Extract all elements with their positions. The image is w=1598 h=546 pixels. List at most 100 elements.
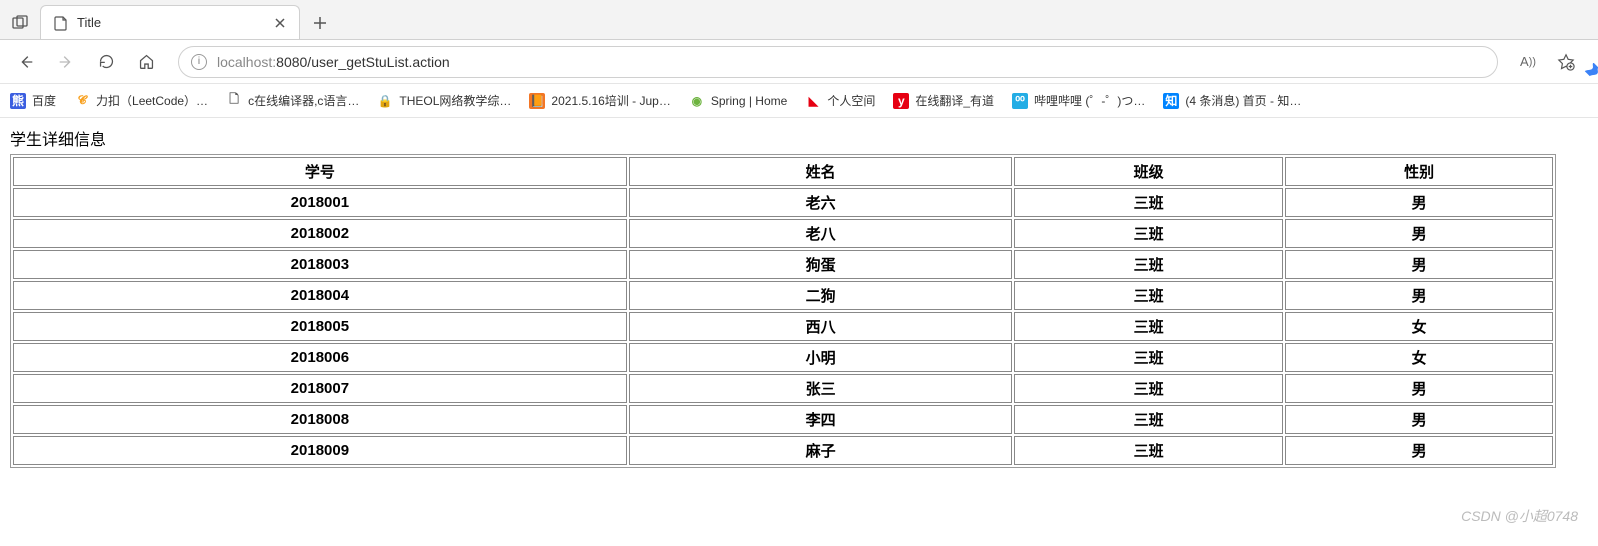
table-cell: 三班: [1014, 281, 1283, 310]
bookmark-favicon-icon: y: [893, 93, 909, 109]
table-cell: 2018001: [13, 188, 627, 217]
table-row: 2018006小明三班女: [13, 343, 1553, 372]
bookmark-label: 个人空间: [827, 92, 875, 109]
tab-close-button[interactable]: [271, 14, 289, 32]
table-cell: 张三: [629, 374, 1013, 403]
table-cell: 2018005: [13, 312, 627, 341]
table-cell: 三班: [1014, 374, 1283, 403]
table-row: 2018009麻子三班男: [13, 436, 1553, 465]
site-info-icon[interactable]: i: [191, 54, 207, 70]
table-row: 2018003狗蛋三班男: [13, 250, 1553, 279]
table-cell: 老六: [629, 188, 1013, 217]
forward-button[interactable]: [48, 44, 84, 80]
bookmark-item[interactable]: y 在线翻译_有道: [893, 92, 994, 109]
table-cell: 三班: [1014, 436, 1283, 465]
table-cell: 二狗: [629, 281, 1013, 310]
bookmark-label: c在线编译器,c语言…: [248, 92, 359, 109]
bookmark-item[interactable]: ⁰⁰ 哔哩哔哩 (゜-゜)つ…: [1012, 92, 1145, 109]
bookmark-item[interactable]: 🔒 THEOL网络教学综…: [377, 92, 511, 109]
bookmark-item[interactable]: 𝓒 力扣（LeetCode）…: [74, 92, 208, 109]
table-cell: 2018002: [13, 219, 627, 248]
bookmark-label: Spring | Home: [711, 94, 787, 108]
table-cell: 小明: [629, 343, 1013, 372]
refresh-button[interactable]: [88, 44, 124, 80]
table-row: 2018002老八三班男: [13, 219, 1553, 248]
bookmark-favicon-icon: 熊: [10, 93, 26, 109]
student-table: 学号姓名班级性别 2018001老六三班男2018002老八三班男2018003…: [10, 154, 1556, 468]
browser-title-bar: Title: [0, 0, 1598, 40]
table-cell: 男: [1285, 219, 1554, 248]
bookmark-label: 在线翻译_有道: [915, 92, 994, 109]
table-cell: 男: [1285, 250, 1554, 279]
table-cell: 男: [1285, 405, 1554, 434]
bookmark-label: 2021.5.16培训 - Jup…: [551, 92, 670, 109]
table-cell: 2018006: [13, 343, 627, 372]
bookmark-item[interactable]: ◣ 个人空间: [805, 92, 875, 109]
tab-overview-button[interactable]: [0, 7, 40, 39]
table-cell: 男: [1285, 281, 1554, 310]
home-button[interactable]: [128, 44, 164, 80]
table-cell: 老八: [629, 219, 1013, 248]
table-cell: 2018003: [13, 250, 627, 279]
table-cell: 2018009: [13, 436, 627, 465]
table-cell: 三班: [1014, 250, 1283, 279]
tab-title: Title: [77, 15, 263, 30]
table-header-cell: 班级: [1014, 157, 1283, 186]
table-cell: 2018007: [13, 374, 627, 403]
bookmarks-bar: 熊百度 𝓒 力扣（LeetCode）… 🗋 c在线编译器,c语言… 🔒 THEOL网络教学综…: [0, 84, 1598, 118]
bookmark-label: 哔哩哔哩 (゜-゜)つ…: [1034, 92, 1145, 109]
bookmark-favicon-icon: 𝓒: [74, 93, 90, 109]
table-cell: 2018004: [13, 281, 627, 310]
bookmark-favicon-icon: 知: [1163, 93, 1179, 109]
bookmark-favicon-icon: 📙: [529, 93, 545, 109]
table-cell: 三班: [1014, 312, 1283, 341]
back-button[interactable]: [8, 44, 44, 80]
table-header-cell: 性别: [1285, 157, 1554, 186]
browser-tab-active[interactable]: Title: [40, 5, 300, 39]
bookmark-label: 百度: [32, 92, 56, 109]
bookmark-favicon-icon: 🗋: [226, 93, 242, 109]
table-cell: 三班: [1014, 219, 1283, 248]
bookmark-item[interactable]: ◉ Spring | Home: [689, 93, 787, 109]
table-header-cell: 学号: [13, 157, 627, 186]
page-content: 学生详细信息 学号姓名班级性别 2018001老六三班男2018002老八三班男…: [0, 118, 1598, 476]
table-cell: 女: [1285, 312, 1554, 341]
table-cell: 男: [1285, 374, 1554, 403]
new-tab-button[interactable]: [304, 7, 336, 39]
table-row: 2018008李四三班男: [13, 405, 1553, 434]
table-cell: 男: [1285, 436, 1554, 465]
page-favicon-icon: [53, 15, 69, 31]
table-cell: 三班: [1014, 188, 1283, 217]
table-row: 2018005西八三班女: [13, 312, 1553, 341]
bookmark-item[interactable]: 🗋 c在线编译器,c语言…: [226, 92, 359, 109]
watermark: CSDN @小超0748: [1461, 506, 1578, 526]
table-cell: 麻子: [629, 436, 1013, 465]
bookmark-item[interactable]: 📙 2021.5.16培训 - Jup…: [529, 92, 670, 109]
nav-right-controls: A)): [1512, 46, 1590, 78]
table-cell: 2018008: [13, 405, 627, 434]
table-cell: 三班: [1014, 405, 1283, 434]
bookmark-label: (4 条消息) 首页 - 知…: [1185, 92, 1301, 109]
favorites-button[interactable]: [1550, 46, 1582, 78]
bookmark-favicon-icon: ◣: [805, 93, 821, 109]
table-row: 2018001老六三班男: [13, 188, 1553, 217]
bookmark-label: THEOL网络教学综…: [399, 92, 511, 109]
table-cell: 李四: [629, 405, 1013, 434]
bookmark-item[interactable]: 知 (4 条消息) 首页 - 知…: [1163, 92, 1301, 109]
table-cell: 狗蛋: [629, 250, 1013, 279]
bookmark-favicon-icon: ⁰⁰: [1012, 93, 1028, 109]
table-header-cell: 姓名: [629, 157, 1013, 186]
table-cell: 男: [1285, 188, 1554, 217]
table-cell: 西八: [629, 312, 1013, 341]
address-bar[interactable]: i localhost:8080/user_getStuList.action: [178, 46, 1498, 78]
table-cell: 三班: [1014, 343, 1283, 372]
bookmark-favicon-icon: ◉: [689, 93, 705, 109]
url-text: localhost:8080/user_getStuList.action: [217, 54, 1485, 70]
bookmark-favicon-icon: 🔒: [377, 93, 393, 109]
read-aloud-button[interactable]: A)): [1512, 46, 1544, 78]
bookmark-label: 力扣（LeetCode）…: [96, 92, 208, 109]
table-row: 2018004二狗三班男: [13, 281, 1553, 310]
page-title: 学生详细信息: [10, 126, 1588, 150]
bookmark-item[interactable]: 熊百度: [10, 92, 56, 109]
sidebar-peek-icon[interactable]: [1584, 50, 1598, 90]
